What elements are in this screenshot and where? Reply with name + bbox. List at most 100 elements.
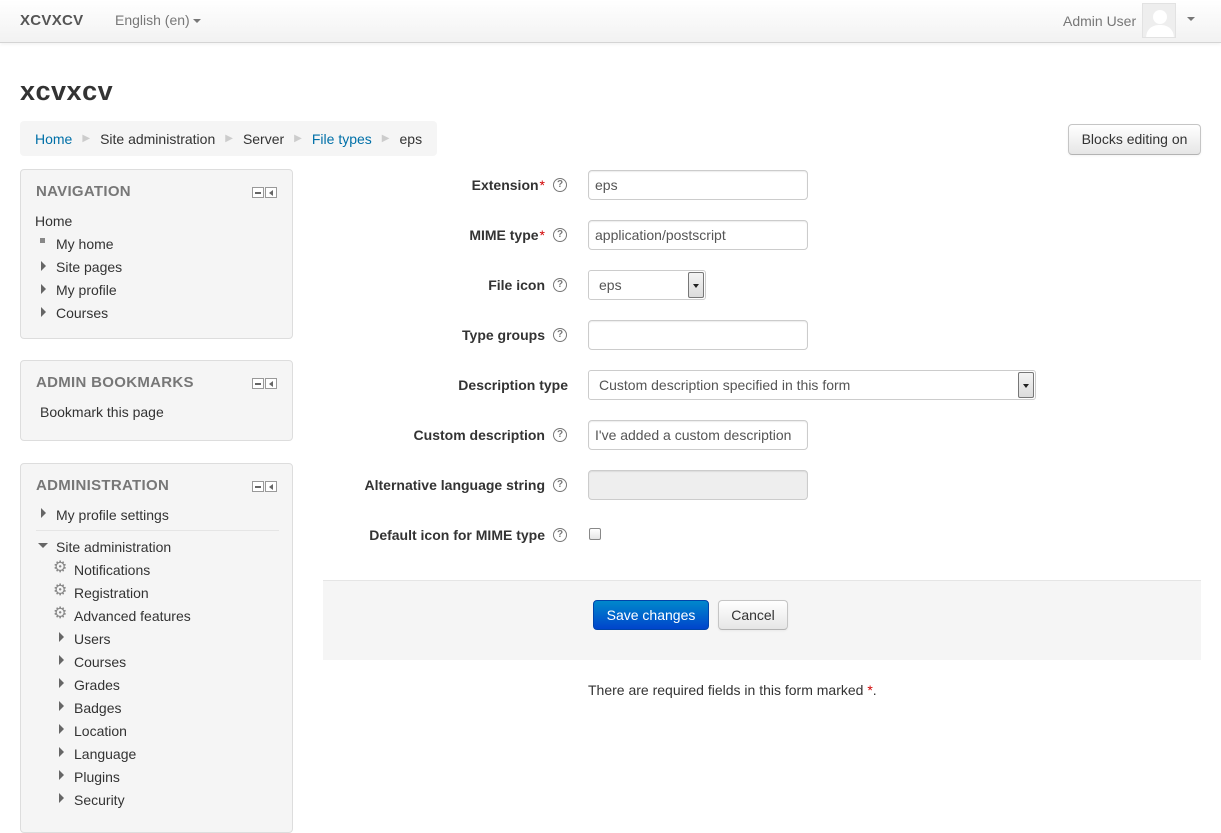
admin-badges[interactable]: Badges xyxy=(74,700,121,716)
admin-notifications-link[interactable]: Notifications xyxy=(74,562,150,578)
user-name[interactable]: Admin User xyxy=(1063,13,1136,29)
navigation-block-title: NAVIGATION xyxy=(36,183,131,200)
required-star-icon: * xyxy=(539,177,545,193)
description-type-select-value: Custom description specified in this for… xyxy=(599,377,851,393)
divider xyxy=(36,530,279,531)
block-controls xyxy=(252,481,277,492)
admin-security[interactable]: Security xyxy=(74,792,125,808)
mime-type-label-text: MIME type xyxy=(469,227,539,243)
admin-users[interactable]: Users xyxy=(74,631,111,647)
help-icon[interactable]: ? xyxy=(553,328,567,342)
nav-my-home-link[interactable]: My home xyxy=(56,236,114,252)
language-menu[interactable]: English (en) xyxy=(115,12,201,28)
gear-icon: ⚙ xyxy=(53,605,68,622)
breadcrumb-home[interactable]: Home xyxy=(35,131,72,147)
breadcrumb-separator-icon: ▶ xyxy=(294,133,302,144)
help-icon[interactable]: ? xyxy=(553,528,567,542)
dock-block-icon[interactable] xyxy=(265,187,277,198)
save-changes-button[interactable]: Save changes xyxy=(593,600,709,630)
default-icon-label: Default icon for MIME type xyxy=(369,527,545,543)
nav-home-link[interactable]: Home xyxy=(35,213,72,229)
admin-location[interactable]: Location xyxy=(74,723,127,739)
custom-description-label: Custom description xyxy=(413,427,545,443)
breadcrumb-file-types[interactable]: File types xyxy=(312,131,372,147)
admin-courses[interactable]: Courses xyxy=(74,654,126,670)
type-groups-input[interactable] xyxy=(588,320,808,350)
expand-arrow-icon[interactable] xyxy=(59,655,64,665)
admin-plugins[interactable]: Plugins xyxy=(74,769,120,785)
expand-arrow-icon[interactable] xyxy=(59,747,64,757)
hide-block-icon[interactable] xyxy=(252,378,264,389)
user-silhouette-icon xyxy=(1146,10,1174,37)
admin-bookmarks-title: ADMIN BOOKMARKS xyxy=(36,374,194,391)
extension-input[interactable] xyxy=(588,170,808,200)
extension-label-text: Extension xyxy=(471,177,539,193)
required-note-end: . xyxy=(872,682,877,698)
expand-arrow-icon[interactable] xyxy=(41,284,46,294)
help-icon[interactable]: ? xyxy=(553,478,567,492)
breadcrumb-server: Server xyxy=(242,130,285,147)
hide-block-icon[interactable] xyxy=(252,481,264,492)
administration-block-title: ADMINISTRATION xyxy=(36,477,170,494)
top-navbar: XCVXCV English (en) Admin User xyxy=(0,0,1221,43)
nav-courses-link[interactable]: Courses xyxy=(56,305,108,321)
select-arrow-icon xyxy=(1018,372,1034,398)
required-note-text: There are required fields in this form m… xyxy=(588,682,864,698)
admin-site-administration[interactable]: Site administration xyxy=(56,539,171,555)
gear-icon: ⚙ xyxy=(53,559,68,576)
expand-arrow-icon[interactable] xyxy=(59,701,64,711)
admin-advanced-features-link[interactable]: Advanced features xyxy=(74,608,191,624)
alt-language-string-label: Alternative language string xyxy=(364,477,545,493)
help-icon[interactable]: ? xyxy=(553,428,567,442)
description-type-select[interactable]: Custom description specified in this for… xyxy=(588,370,1036,400)
extension-label: Extension* xyxy=(472,177,545,193)
expand-arrow-icon[interactable] xyxy=(59,724,64,734)
language-label: English (en) xyxy=(115,12,190,28)
breadcrumb-separator-icon: ▶ xyxy=(82,133,91,144)
expand-arrow-icon[interactable] xyxy=(41,508,46,518)
admin-language[interactable]: Language xyxy=(74,746,136,762)
mime-type-label: MIME type* xyxy=(469,227,545,243)
expand-arrow-icon[interactable] xyxy=(41,261,46,271)
expand-arrow-icon[interactable] xyxy=(59,678,64,688)
admin-bookmarks-block: ADMIN BOOKMARKS Bookmark this page xyxy=(20,360,293,441)
help-icon[interactable]: ? xyxy=(553,178,567,192)
chevron-down-icon xyxy=(192,19,201,24)
file-icon-select[interactable]: eps xyxy=(588,270,706,300)
bookmark-this-page-link[interactable]: Bookmark this page xyxy=(40,404,164,420)
user-menu-chevron-down-icon[interactable] xyxy=(1187,17,1195,21)
expand-arrow-icon[interactable] xyxy=(41,307,46,317)
cancel-button[interactable]: Cancel xyxy=(718,600,788,630)
expand-arrow-icon[interactable] xyxy=(59,793,64,803)
expand-arrow-icon[interactable] xyxy=(59,632,64,642)
navigation-block: NAVIGATION Home My home Site pages My pr… xyxy=(20,169,293,339)
breadcrumb-separator-icon: ▶ xyxy=(381,133,390,144)
mime-type-input[interactable] xyxy=(588,220,808,250)
block-controls xyxy=(252,378,277,389)
help-icon[interactable]: ? xyxy=(553,228,567,242)
blocks-editing-button[interactable]: Blocks editing on xyxy=(1068,124,1201,155)
type-groups-label: Type groups xyxy=(462,327,545,343)
breadcrumb-site-administration: Site administration xyxy=(100,130,216,147)
default-icon-checkbox[interactable] xyxy=(589,528,601,540)
hide-block-icon[interactable] xyxy=(252,187,264,198)
nav-my-profile[interactable]: My profile xyxy=(56,282,117,298)
dock-block-icon[interactable] xyxy=(265,378,277,389)
dock-block-icon[interactable] xyxy=(265,481,277,492)
custom-description-input[interactable] xyxy=(588,420,808,450)
required-fields-note: There are required fields in this form m… xyxy=(588,682,877,698)
breadcrumb: Home ▶ Site administration ▶ Server ▶ Fi… xyxy=(20,121,438,156)
collapse-arrow-icon[interactable] xyxy=(38,543,48,548)
admin-grades[interactable]: Grades xyxy=(74,677,120,693)
expand-arrow-icon[interactable] xyxy=(59,770,64,780)
gear-icon: ⚙ xyxy=(53,582,68,599)
site-brand[interactable]: XCVXCV xyxy=(20,12,84,29)
alt-language-string-input xyxy=(588,470,808,500)
admin-registration-link[interactable]: Registration xyxy=(74,585,149,601)
help-icon[interactable]: ? xyxy=(553,278,567,292)
nav-site-pages[interactable]: Site pages xyxy=(56,259,122,275)
admin-my-profile-settings[interactable]: My profile settings xyxy=(56,507,169,523)
avatar[interactable] xyxy=(1142,3,1176,38)
file-icon-label: File icon xyxy=(488,277,545,293)
required-star-icon: * xyxy=(539,227,545,243)
